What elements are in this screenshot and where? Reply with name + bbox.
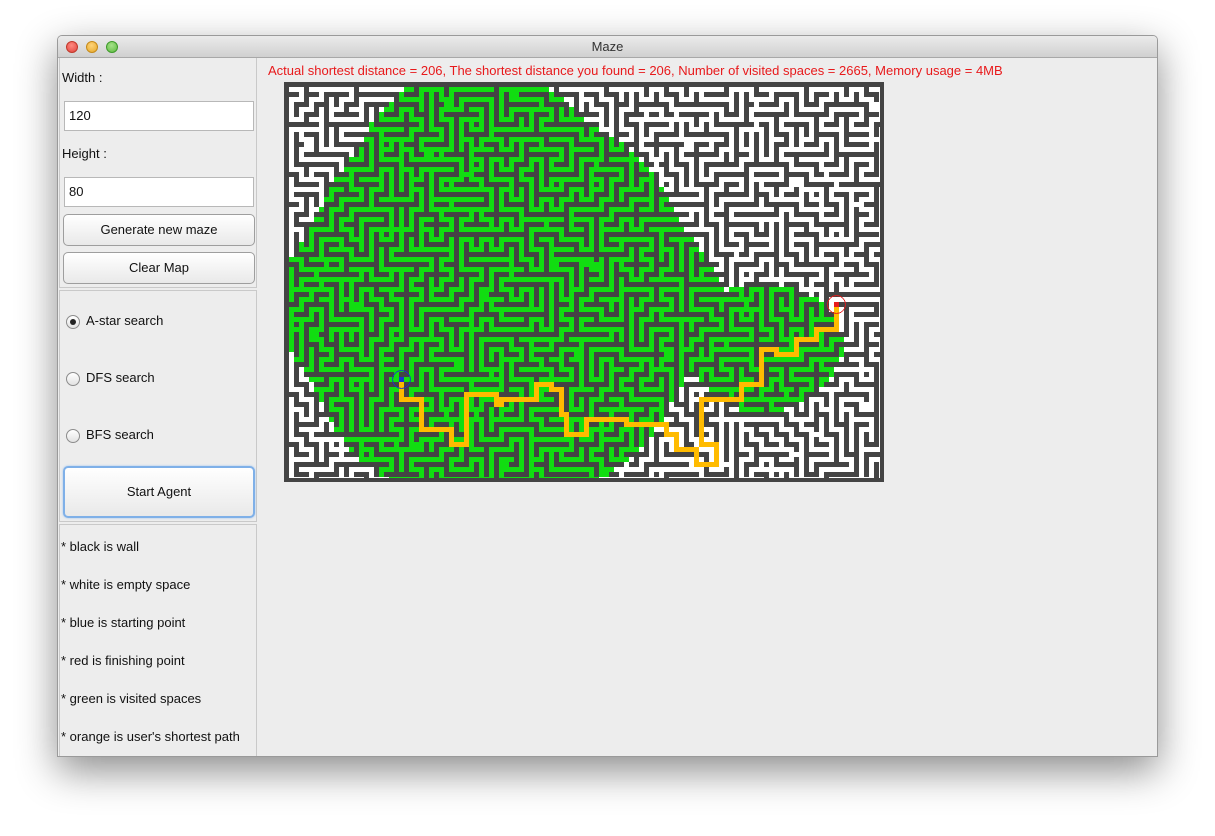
radio-unchecked-icon[interactable] [66, 428, 80, 443]
dfs-label: DFS search [86, 370, 155, 385]
radio-unchecked-icon[interactable] [66, 371, 80, 386]
generate-maze-button[interactable]: Generate new maze [63, 214, 255, 246]
maze-window: Maze Width : 120 Height : 80 Generate ne… [57, 35, 1158, 757]
legend-path: * orange is user's shortest path [61, 729, 240, 744]
legend-start: * blue is starting point [61, 615, 186, 630]
search-algorithm-panel: A-star search DFS search BFS search Star… [59, 290, 257, 522]
dfs-option[interactable]: DFS search [66, 370, 155, 386]
width-label: Width : [62, 70, 103, 85]
legend-wall: * black is wall [61, 539, 140, 554]
astar-label: A-star search [86, 313, 164, 328]
legend-finish: * red is finishing point [61, 653, 185, 668]
legend-panel: * black is wall * white is empty space *… [59, 524, 257, 756]
radio-checked-icon[interactable] [66, 314, 80, 329]
height-label: Height : [62, 146, 107, 161]
bfs-label: BFS search [86, 427, 154, 442]
search-status-message: Actual shortest distance = 206, The shor… [268, 63, 1003, 78]
maze-settings-panel: Width : 120 Height : 80 Generate new maz… [59, 58, 257, 288]
maze-canvas[interactable] [284, 82, 884, 482]
legend-empty: * white is empty space [61, 577, 191, 592]
height-input[interactable]: 80 [64, 177, 254, 207]
astar-option[interactable]: A-star search [66, 313, 163, 329]
start-agent-button[interactable]: Start Agent [63, 466, 255, 518]
width-input[interactable]: 120 [64, 101, 254, 131]
title-bar: Maze [58, 36, 1157, 58]
legend-visited: * green is visited spaces [61, 691, 202, 706]
control-sidebar: Width : 120 Height : 80 Generate new maz… [58, 58, 258, 756]
clear-map-button[interactable]: Clear Map [63, 252, 255, 284]
bfs-option[interactable]: BFS search [66, 427, 154, 443]
window-title: Maze [591, 39, 624, 54]
